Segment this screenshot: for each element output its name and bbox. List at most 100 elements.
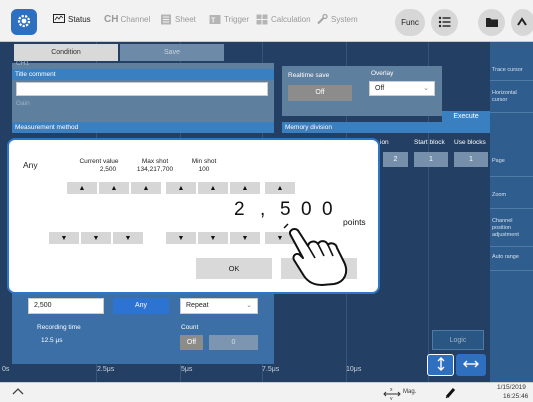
settings-button[interactable] bbox=[11, 9, 37, 35]
tab-label: Channel bbox=[120, 15, 151, 24]
decrement-digit-button[interactable]: ▼ bbox=[49, 232, 79, 244]
tab-trigger[interactable]: T Trigger bbox=[209, 14, 249, 25]
recording-length-field[interactable]: 2,500 bbox=[28, 298, 104, 314]
magnify-axes-icon[interactable]: xy bbox=[382, 385, 402, 402]
page-button[interactable]: Page bbox=[492, 158, 532, 165]
chevron-down-icon: ⌄ bbox=[423, 85, 429, 92]
increment-digit-button[interactable]: ▲ bbox=[99, 182, 129, 194]
condition-tab[interactable]: Condition bbox=[14, 44, 118, 61]
decrement-digit-button[interactable]: ▼ bbox=[166, 232, 196, 244]
increment-digit-button[interactable]: ▲ bbox=[166, 182, 196, 194]
up-triangle-icon: ▲ bbox=[209, 184, 217, 192]
decrement-digit-button[interactable]: ▼ bbox=[113, 232, 143, 244]
memory-division-value[interactable]: 2 bbox=[383, 152, 408, 167]
tab-channel[interactable]: CH Channel bbox=[104, 14, 150, 25]
list-button[interactable] bbox=[431, 9, 458, 36]
count-value-field[interactable]: 0 bbox=[209, 335, 258, 350]
tab-calculation[interactable]: Calculation bbox=[256, 14, 311, 25]
wrench-icon bbox=[316, 13, 328, 25]
digit: 5 bbox=[280, 199, 291, 220]
tab-sheet[interactable]: Sheet bbox=[160, 14, 196, 25]
divider bbox=[490, 80, 533, 81]
current-value-block: Current value 2,500 bbox=[69, 158, 129, 174]
repeat-select[interactable]: Repeat ⌄ bbox=[180, 298, 258, 314]
digit: 0 bbox=[322, 199, 333, 220]
axis-label: 2.5μs bbox=[97, 366, 115, 373]
tab-label: System bbox=[331, 15, 358, 24]
wave-button[interactable] bbox=[511, 9, 533, 36]
save-tab[interactable]: Save bbox=[120, 44, 224, 61]
max-shot-label: Max shot bbox=[141, 158, 169, 165]
func-button[interactable]: Func bbox=[395, 9, 425, 36]
trigger-icon: T bbox=[209, 14, 221, 25]
divider bbox=[490, 246, 533, 247]
ok-button[interactable]: OK bbox=[196, 258, 272, 279]
right-side-panel: Trace cursor Horizontal cursor Page Zoom… bbox=[490, 42, 533, 382]
ch-label: CH1 bbox=[16, 60, 30, 67]
title-comment-input[interactable] bbox=[16, 82, 268, 96]
realtime-save-label: Realtime save bbox=[288, 72, 330, 79]
tab-status[interactable]: Status bbox=[53, 14, 91, 25]
current-value-label: Current value bbox=[79, 158, 119, 165]
divider bbox=[490, 176, 533, 177]
overlay-select[interactable]: Off ⌄ bbox=[369, 81, 435, 96]
down-triangle-icon: ▼ bbox=[241, 234, 249, 242]
bottom-status-bar: xy Mag. 1/15/2019 16:25:46 bbox=[0, 382, 533, 402]
realtime-save-off-button[interactable]: Off bbox=[288, 85, 352, 101]
execute-button[interactable]: Execute bbox=[442, 111, 490, 122]
tab-label: Sheet bbox=[175, 15, 196, 24]
axis-label: 5μs bbox=[181, 366, 193, 373]
decrement-digit-button[interactable]: ▼ bbox=[198, 232, 228, 244]
min-shot-label: Min shot bbox=[191, 158, 217, 165]
chevron-up-icon[interactable] bbox=[12, 386, 24, 398]
divider bbox=[490, 112, 533, 113]
title-comment-label: Title comment bbox=[12, 69, 274, 80]
decrement-digit-button[interactable]: ▼ bbox=[230, 232, 260, 244]
list-icon bbox=[438, 16, 452, 30]
digit: 2 bbox=[234, 199, 245, 220]
logic-button[interactable]: Logic bbox=[432, 330, 484, 350]
increment-digit-button[interactable]: ▲ bbox=[265, 182, 295, 194]
func-label: Func bbox=[401, 18, 419, 27]
up-triangle-icon: ▲ bbox=[276, 184, 284, 192]
axis-label: 0s bbox=[2, 366, 10, 373]
auto-range-button[interactable]: Auto range bbox=[492, 254, 532, 261]
increment-digit-button[interactable]: ▲ bbox=[67, 182, 97, 194]
svg-text:T: T bbox=[211, 18, 216, 25]
dialog-title: Any bbox=[23, 160, 38, 170]
mag-label: Mag. bbox=[403, 389, 417, 395]
max-shot-block: Max shot 134,217,700 bbox=[125, 158, 185, 174]
folder-button[interactable] bbox=[478, 9, 505, 36]
count-off-button[interactable]: Off bbox=[180, 335, 203, 350]
increment-digit-button[interactable]: ▲ bbox=[198, 182, 228, 194]
decrement-digit-button[interactable]: ▼ bbox=[81, 232, 111, 244]
date-label: 1/15/2019 bbox=[497, 384, 526, 391]
tab-label: Trigger bbox=[224, 15, 250, 24]
tab-label: Calculation bbox=[271, 15, 311, 24]
zoom-button[interactable]: Zoom bbox=[492, 192, 532, 199]
recording-time-value: 12.5 μs bbox=[41, 337, 63, 344]
use-blocks-value[interactable]: 1 bbox=[454, 152, 488, 167]
divider bbox=[490, 270, 533, 271]
tab-system[interactable]: System bbox=[316, 13, 358, 25]
vertical-zoom-button[interactable] bbox=[427, 354, 454, 376]
use-blocks-label: Use blocks bbox=[454, 139, 486, 146]
horizontal-zoom-button[interactable] bbox=[456, 354, 486, 376]
tab-label: Status bbox=[68, 15, 91, 24]
divider bbox=[490, 208, 533, 209]
recording-time-label: Recording time bbox=[37, 324, 81, 331]
horizontal-cursor-button[interactable]: Horizontal cursor bbox=[492, 90, 532, 104]
up-triangle-icon: ▲ bbox=[110, 184, 118, 192]
increment-digit-button[interactable]: ▲ bbox=[230, 182, 260, 194]
digit: 0 bbox=[301, 199, 312, 220]
sheet-icon bbox=[160, 14, 172, 25]
start-block-value[interactable]: 1 bbox=[414, 152, 448, 167]
any-button[interactable]: Any bbox=[113, 298, 169, 314]
count-label: Count bbox=[181, 324, 199, 331]
increment-digit-button[interactable]: ▲ bbox=[131, 182, 161, 194]
calculator-icon bbox=[256, 14, 268, 25]
trace-cursor-button[interactable]: Trace cursor bbox=[492, 67, 532, 74]
channel-position-adjustment-button[interactable]: Channel position adjustment bbox=[492, 218, 532, 239]
min-shot-value: 100 bbox=[198, 166, 210, 173]
digit-separator: , bbox=[260, 199, 266, 220]
